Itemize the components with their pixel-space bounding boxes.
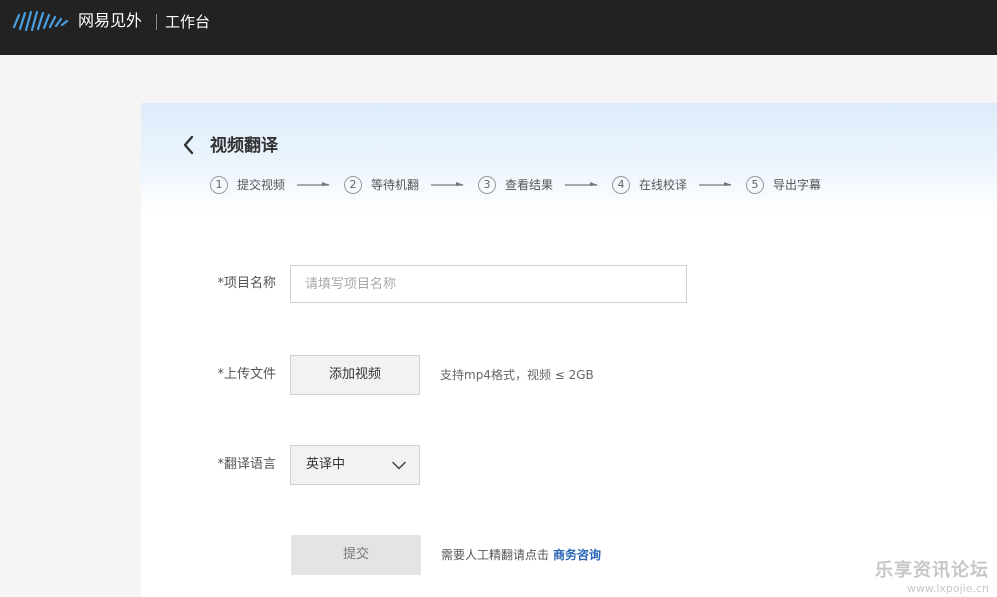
step-label: 在线校译 xyxy=(639,178,688,192)
watermark-title: 乐享资讯论坛 xyxy=(875,560,989,581)
step-number: 5 xyxy=(746,176,764,194)
step-label: 提交视频 xyxy=(237,178,286,192)
page-title: 视频翻译 xyxy=(210,136,278,156)
upload-hint-text: 支持mp4格式，视频 ≤ 2GB xyxy=(440,368,594,382)
business-consult-link[interactable]: 商务咨询 xyxy=(553,548,601,562)
step-number: 3 xyxy=(478,176,496,194)
step-number: 1 xyxy=(210,176,228,194)
upload-file-label: *上传文件 xyxy=(217,367,276,382)
chevron-left-icon[interactable] xyxy=(181,134,197,156)
project-name-label: *项目名称 xyxy=(217,276,276,291)
submit-button[interactable]: 提交 xyxy=(291,535,421,575)
brand-name[interactable]: 网易见外 xyxy=(78,11,142,31)
brand-divider xyxy=(156,14,157,30)
step-label: 等待机翻 xyxy=(371,178,420,192)
arrow-right-icon xyxy=(431,182,464,186)
step-label: 查看结果 xyxy=(505,178,554,192)
selected-language: 英译中 xyxy=(306,457,346,472)
arrow-right-icon xyxy=(699,182,732,186)
manual-translation-hint-text: 需要人工精翻请点击 xyxy=(441,548,550,562)
step-label: 导出字幕 xyxy=(773,178,822,192)
step-number: 2 xyxy=(344,176,362,194)
submit-hint: 需要人工精翻请点击 商务咨询 xyxy=(441,547,601,563)
add-video-button[interactable]: 添加视频 xyxy=(290,355,420,395)
step-number: 4 xyxy=(612,176,630,194)
project-name-input[interactable] xyxy=(290,265,687,303)
video-translation-panel: 视频翻译 1 提交视频 2 等待机翻 3 查看结果 4 在线校译 5 导出字幕 … xyxy=(141,103,997,597)
site-watermark: 乐享资讯论坛 www.lxpojie.cn xyxy=(875,560,989,595)
watermark-url: www.lxpojie.cn xyxy=(906,582,989,595)
translation-language-label: *翻译语言 xyxy=(217,457,276,472)
arrow-right-icon xyxy=(297,182,330,186)
workspace-link[interactable]: 工作台 xyxy=(165,12,210,32)
netease-wave-logo-icon[interactable] xyxy=(12,9,72,33)
panel-header: 视频翻译 1 提交视频 2 等待机翻 3 查看结果 4 在线校译 5 导出字幕 xyxy=(141,103,997,213)
arrow-right-icon xyxy=(565,182,598,186)
top-navigation-bar: 网易见外 工作台 xyxy=(0,0,997,55)
translation-language-select[interactable]: 英译中 xyxy=(290,445,420,485)
chevron-down-icon xyxy=(392,461,406,470)
